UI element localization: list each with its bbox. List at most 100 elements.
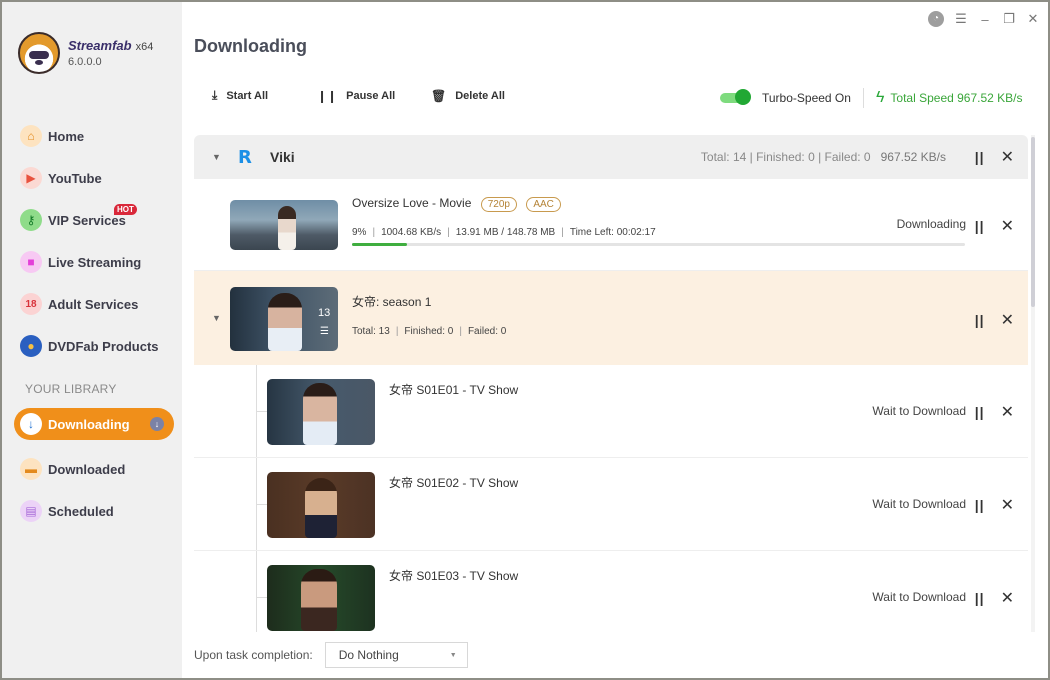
- group-stats: Total: 14 | Finished: 0 | Failed: 0 967.…: [701, 150, 946, 164]
- episode-status: Wait to Download: [872, 590, 966, 604]
- progress-fill: [352, 243, 408, 246]
- clock-icon[interactable]: ◔: [928, 11, 944, 27]
- episode-status: Wait to Download: [872, 404, 966, 418]
- list-icon: ☰: [320, 326, 329, 337]
- toolbar: ⤓ Start All ❙❙ Pause All 🗑 Delete All: [212, 88, 505, 103]
- viki-logo-icon: R: [238, 146, 252, 168]
- sidebar-item-label: Home: [48, 128, 85, 144]
- hot-badge: HOT: [114, 204, 137, 215]
- key-icon: ⚷: [20, 209, 42, 231]
- season-thumbnail: [230, 287, 338, 351]
- footer: Upon task completion: Do Nothing ▼: [194, 642, 468, 668]
- season-title: 女帝: season 1: [352, 295, 432, 309]
- season-total: Total: 13: [352, 326, 390, 337]
- restore-icon[interactable]: ❐: [1002, 11, 1016, 27]
- pause-all-label: Pause All: [346, 89, 396, 102]
- video-camera-icon: ■: [20, 251, 42, 273]
- pause-task-button[interactable]: ||: [975, 218, 985, 234]
- sidebar: Streamfab x64 6.0.0.0 ⌂ Home ▶ YouTube ⚷ …: [2, 2, 182, 678]
- download-icon: ↓: [20, 413, 42, 435]
- season-row: ▼ 13 ☰ 女帝: season 1 Total: 13 | Finished: …: [194, 271, 1028, 365]
- turbo-speed-label: Turbo-Speed On: [762, 91, 851, 105]
- task-row-movie: Oversize Love - Movie 720p AAC 9% | 1004.6…: [194, 179, 1028, 271]
- sidebar-item-downloaded[interactable]: ▬ Downloaded: [2, 448, 182, 490]
- task-status: Downloading: [896, 217, 966, 231]
- turbo-speed-toggle[interactable]: [720, 89, 751, 105]
- sidebar-item-vip-services[interactable]: ⚷ VIP Services HOT: [2, 199, 182, 241]
- start-all-button[interactable]: ⤓ Start All: [212, 88, 317, 103]
- sidebar-item-label: Scheduled: [48, 503, 114, 519]
- episode-title: 女帝 S01E01 - TV Show: [389, 383, 519, 397]
- pause-season-button[interactable]: ||: [975, 312, 985, 328]
- sidebar-item-adult-services[interactable]: 18 Adult Services: [2, 283, 182, 325]
- brand: Streamfab x64 6.0.0.0: [18, 32, 153, 74]
- remove-group-button[interactable]: ✕: [1001, 147, 1014, 167]
- remove-episode-button[interactable]: ✕: [1001, 402, 1014, 422]
- completion-action-value: Do Nothing: [338, 648, 399, 662]
- episode-title: 女帝 S01E02 - TV Show: [389, 476, 519, 490]
- app-version: 6.0.0.0: [68, 56, 102, 68]
- menu-icon[interactable]: ☰: [954, 11, 968, 27]
- download-badge-icon: ↓: [150, 417, 164, 431]
- pause-all-button[interactable]: ❙❙ Pause All: [317, 88, 431, 103]
- download-speed: 1004.68 KB/s: [381, 227, 442, 238]
- movie-progress-info: 9% | 1004.68 KB/s | 13.91 MB / 148.78 MB | Tim…: [352, 227, 656, 238]
- episode-status: Wait to Download: [872, 497, 966, 511]
- progress-percent: 9%: [352, 227, 367, 238]
- pause-episode-button[interactable]: ||: [975, 497, 985, 513]
- total-speed: Total Speed 967.52 KB/s: [890, 91, 1023, 105]
- completion-action-select[interactable]: Do Nothing ▼: [324, 642, 468, 668]
- collapse-caret-icon[interactable]: ▼: [212, 313, 224, 323]
- sidebar-item-label: Downloading: [48, 416, 130, 432]
- progress-bar: [352, 243, 965, 246]
- sidebar-item-live-streaming[interactable]: ■ Live Streaming: [2, 241, 182, 283]
- app-window: Streamfab x64 6.0.0.0 ⌂ Home ▶ YouTube ⚷ …: [2, 2, 1048, 678]
- pause-episode-button[interactable]: ||: [975, 590, 985, 606]
- quality-tag: 720p: [480, 197, 517, 212]
- sidebar-item-label: DVDFab Products: [48, 338, 159, 354]
- collapse-caret-icon[interactable]: ▼: [212, 152, 224, 162]
- trash-icon: 🗑: [431, 88, 447, 103]
- remove-season-button[interactable]: ✕: [1001, 310, 1014, 330]
- scrollbar-thumb[interactable]: [1031, 137, 1035, 307]
- remove-episode-button[interactable]: ✕: [1001, 588, 1014, 608]
- season-stats: Total: 13 | Finished: 0 | Failed: 0: [352, 326, 507, 337]
- pause-episode-button[interactable]: ||: [975, 404, 985, 420]
- sidebar-item-downloading[interactable]: ↓ Downloading ↓: [14, 408, 174, 440]
- minimize-icon[interactable]: –: [978, 12, 992, 27]
- tree-line: [256, 551, 257, 632]
- start-all-label: Start All: [226, 89, 269, 102]
- download-list: ▼ R Viki Total: 14 | Finished: 0 | Faile…: [194, 135, 1028, 632]
- sidebar-item-label: Live Streaming: [48, 254, 142, 270]
- sidebar-item-home[interactable]: ⌂ Home: [2, 115, 182, 157]
- pause-group-button[interactable]: ||: [975, 149, 985, 165]
- group-name: Viki: [270, 149, 295, 165]
- delete-all-button[interactable]: 🗑 Delete All: [431, 88, 505, 103]
- dvdfab-icon: ●: [20, 335, 42, 357]
- episode-row: 女帝 S01E02 - TV Show Wait to Download || …: [194, 458, 1028, 551]
- sidebar-item-label: YouTube: [48, 170, 102, 186]
- group-speed: 967.52 KB/s: [880, 150, 946, 164]
- episode-thumbnail: [267, 565, 375, 631]
- main-panel: ◔ ☰ – ❐ ✕ Downloading ⤓ Start All ❙❙ Pau…: [182, 2, 1048, 678]
- chevron-down-icon: ▼: [449, 651, 457, 659]
- library-nav: ↓ Downloading ↓ ▬ Downloaded ▤ Scheduled: [2, 406, 182, 532]
- download-arrow-icon: ⤓: [212, 88, 218, 102]
- remove-task-button[interactable]: ✕: [1001, 216, 1014, 236]
- sidebar-item-youtube[interactable]: ▶ YouTube: [2, 157, 182, 199]
- close-icon[interactable]: ✕: [1026, 11, 1040, 27]
- remove-episode-button[interactable]: ✕: [1001, 495, 1014, 515]
- completion-label: Upon task completion:: [194, 648, 313, 662]
- sidebar-item-dvdfab-products[interactable]: ● DVDFab Products: [2, 325, 182, 367]
- divider: [862, 88, 864, 108]
- list-scrollbar[interactable]: [1031, 135, 1035, 632]
- sidebar-item-scheduled[interactable]: ▤ Scheduled: [2, 490, 182, 532]
- folder-icon: ▬: [20, 458, 42, 480]
- sidebar-nav: ⌂ Home ▶ YouTube ⚷ VIP Services HOT ■ Li…: [2, 115, 182, 367]
- lightning-icon: ϟ: [875, 89, 885, 106]
- movie-title-line: Oversize Love - Movie 720p AAC: [352, 196, 561, 212]
- movie-thumbnail: [230, 200, 338, 250]
- group-counts: Total: 14 | Finished: 0 | Failed: 0: [700, 150, 871, 164]
- youtube-icon: ▶: [20, 167, 42, 189]
- turbo-speed: Turbo-Speed On ϟ Total Speed 967.52 KB/s: [720, 88, 1023, 108]
